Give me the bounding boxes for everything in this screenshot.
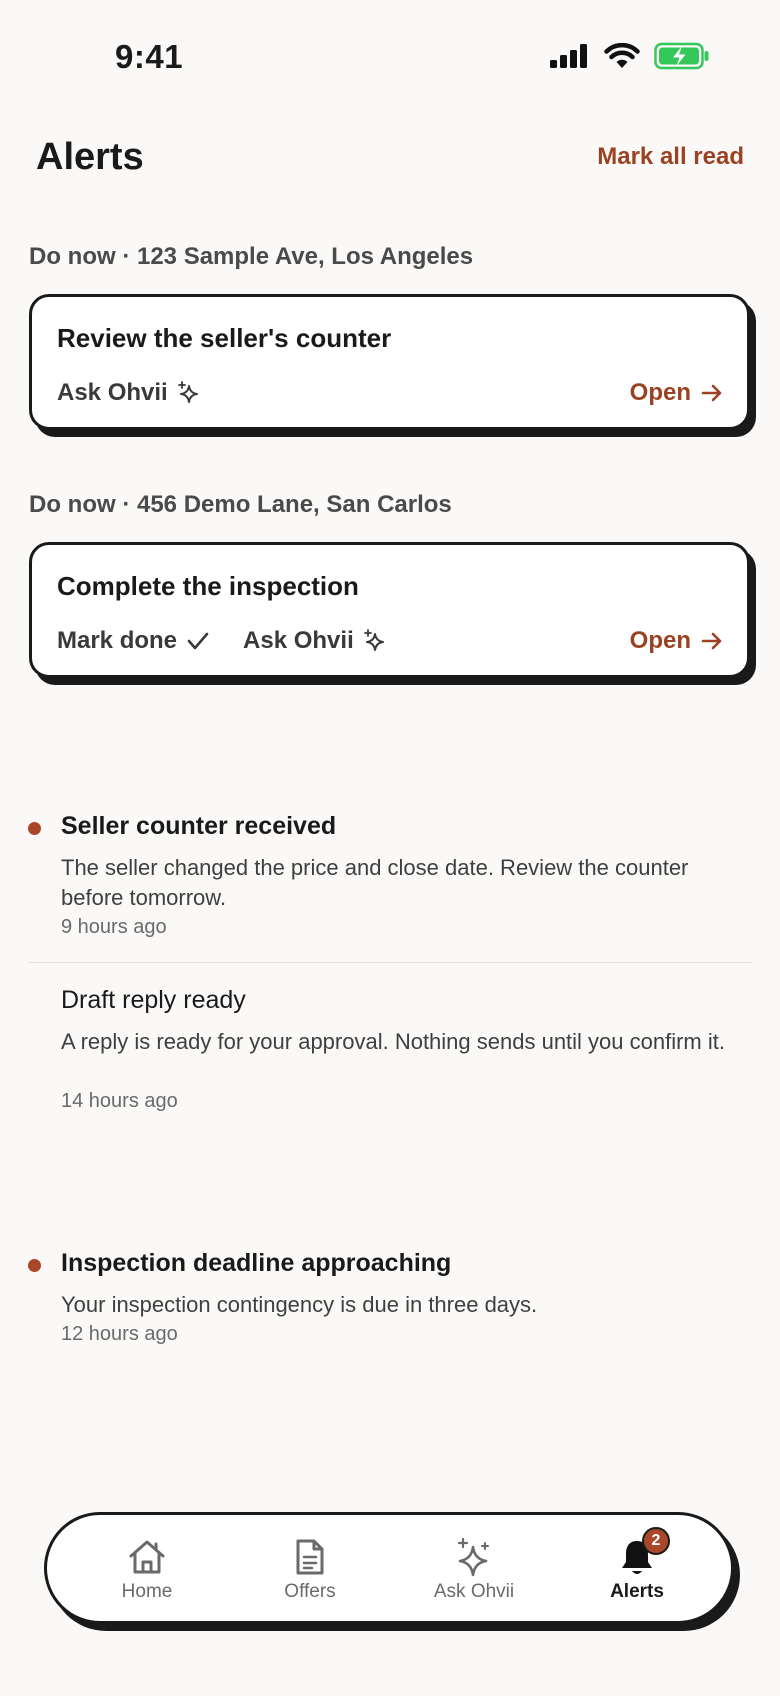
tab-label: Offers bbox=[284, 1581, 336, 1602]
open-label: Open bbox=[629, 627, 691, 654]
status-icons bbox=[550, 42, 710, 70]
page-title: Alerts bbox=[36, 136, 144, 178]
alerts-screen: 9:41 Alerts Mark all read Do now · 123 S… bbox=[0, 0, 780, 1696]
do-now-section-label: Do now · 456 Demo Lane, San Carlos bbox=[29, 491, 452, 518]
tab-label: Ask Ohvii bbox=[433, 1581, 515, 1602]
ask-ohvii-button[interactable]: Ask Ohvii bbox=[57, 379, 200, 407]
sparkle-icon bbox=[363, 629, 384, 651]
task-card[interactable]: Review the seller's counter Ask Ohvii Op… bbox=[29, 294, 750, 430]
notification-time: 9 hours ago bbox=[61, 916, 167, 938]
tab-label: Home bbox=[121, 1581, 173, 1602]
notification-time: 14 hours ago bbox=[61, 1090, 178, 1112]
ask-ohvii-label: Ask Ohvii bbox=[57, 379, 168, 406]
signal-icon bbox=[550, 44, 587, 68]
bell-icon-wrap: 2 bbox=[618, 1527, 670, 1577]
unread-dot bbox=[28, 822, 41, 835]
arrow-right-icon bbox=[701, 632, 722, 650]
sparkle-icon-wrap bbox=[456, 1537, 492, 1577]
task-actions: Ask Ohvii bbox=[57, 379, 200, 407]
home-icon-wrap bbox=[127, 1537, 167, 1577]
alerts-badge: 2 bbox=[642, 1527, 670, 1555]
notification-title: Seller counter received bbox=[61, 812, 337, 840]
notification-item[interactable]: Draft reply ready A reply is ready for y… bbox=[28, 986, 752, 1116]
ask-ohvii-button[interactable]: Ask Ohvii bbox=[243, 627, 386, 655]
mark-done-button[interactable]: Mark done bbox=[57, 627, 209, 655]
task-actions: Mark done Ask Ohvii bbox=[57, 627, 386, 655]
mark-done-label: Mark done bbox=[57, 627, 178, 654]
divider bbox=[28, 962, 752, 963]
notification-body: The seller changed the price and close d… bbox=[61, 855, 689, 910]
notification-time: 12 hours ago bbox=[61, 1323, 178, 1345]
notification-title: Inspection deadline approaching bbox=[61, 1249, 452, 1277]
task-card[interactable]: Complete the inspection Mark done Ask Oh… bbox=[29, 542, 750, 678]
open-label: Open bbox=[629, 379, 691, 406]
sparkle-icon bbox=[457, 1537, 489, 1577]
do-now-section-label: Do now · 123 Sample Ave, Los Angeles bbox=[29, 243, 474, 270]
arrow-right-icon bbox=[701, 384, 722, 402]
task-title: Review the seller's counter bbox=[57, 323, 392, 353]
document-icon-wrap bbox=[294, 1537, 326, 1577]
status-time: 9:41 bbox=[115, 38, 184, 75]
ask-ohvii-label: Ask Ohvii bbox=[243, 627, 354, 654]
open-button[interactable]: Open bbox=[630, 379, 723, 407]
tab-alerts[interactable]: 2 Alerts bbox=[572, 1527, 702, 1603]
notification-item[interactable]: Seller counter received The seller chang… bbox=[28, 812, 752, 942]
tab-home[interactable]: Home bbox=[82, 1537, 212, 1603]
tab-bar: Home Offers Ask Ohvii 2 Alerts bbox=[44, 1512, 734, 1624]
wifi-icon bbox=[604, 43, 640, 68]
sparkle-icon bbox=[177, 381, 198, 403]
home-icon bbox=[129, 1540, 165, 1574]
task-title: Complete the inspection bbox=[57, 571, 359, 601]
battery-charging-icon bbox=[654, 42, 709, 70]
tab-label: Alerts bbox=[610, 1581, 664, 1602]
notification-body: A reply is ready for your approval. Noth… bbox=[61, 1029, 725, 1054]
open-button[interactable]: Open bbox=[630, 627, 723, 655]
notification-item[interactable]: Inspection deadline approaching Your ins… bbox=[28, 1249, 752, 1349]
tab-offers[interactable]: Offers bbox=[245, 1537, 375, 1603]
checkmark-icon bbox=[187, 632, 209, 650]
document-icon bbox=[296, 1539, 324, 1575]
status-bar: 9:41 bbox=[0, 0, 780, 110]
tab-ask-ohvii[interactable]: Ask Ohvii bbox=[409, 1537, 539, 1603]
mark-all-read-button[interactable]: Mark all read bbox=[597, 143, 744, 171]
unread-dot bbox=[28, 1259, 41, 1272]
notification-body: Your inspection contingency is due in th… bbox=[61, 1292, 538, 1317]
notification-title: Draft reply ready bbox=[61, 986, 246, 1014]
